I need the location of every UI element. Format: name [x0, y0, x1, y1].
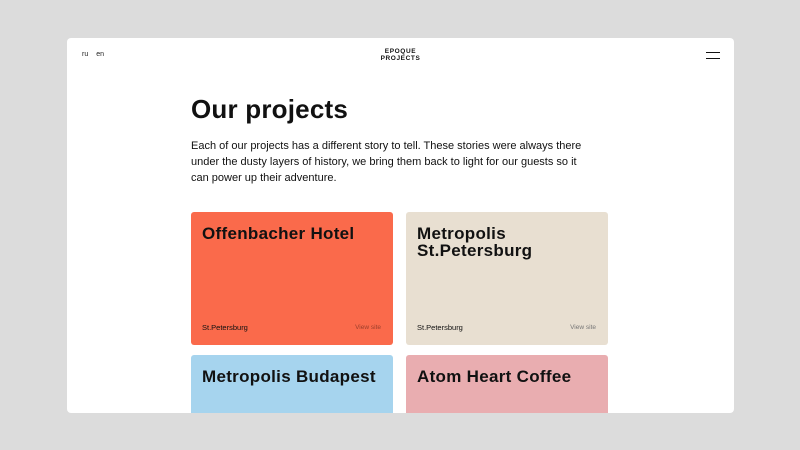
menu-line	[706, 58, 720, 60]
project-name: Offenbacher Hotel	[202, 224, 355, 243]
logo-line-2: PROJECTS	[380, 55, 421, 62]
page-title: Our projects	[191, 94, 348, 124]
hamburger-icon[interactable]	[706, 51, 720, 60]
view-site-link[interactable]: View site	[355, 324, 381, 331]
project-name: Metropolis Budapest	[202, 367, 376, 386]
logo-line-1: EPOQUE	[384, 48, 417, 55]
project-card-metropolis-st-petersburg[interactable]: Metropolis St.Petersburg St.Petersburg V…	[406, 212, 608, 345]
project-name: Atom Heart Coffee	[417, 367, 572, 386]
project-city: St.Petersburg	[417, 323, 463, 332]
project-card-atom-heart-coffee[interactable]: Atom Heart Coffee	[406, 355, 608, 413]
project-card-offenbacher-hotel[interactable]: Offenbacher Hotel St.Petersburg View sit…	[191, 212, 393, 345]
project-card-metropolis-budapest[interactable]: Metropolis Budapest	[191, 355, 393, 413]
intro-text: Each of our projects has a different sto…	[191, 140, 582, 184]
view-site-link[interactable]: View site	[570, 324, 596, 331]
project-city: St.Petersburg	[202, 323, 248, 332]
menu-line	[706, 52, 720, 54]
project-name: Metropolis St.Petersburg	[417, 224, 533, 260]
logo[interactable]: EPOQUE PROJECTS	[67, 48, 734, 62]
browser-page: ru en EPOQUE PROJECTS Our projects Each o…	[67, 38, 734, 413]
